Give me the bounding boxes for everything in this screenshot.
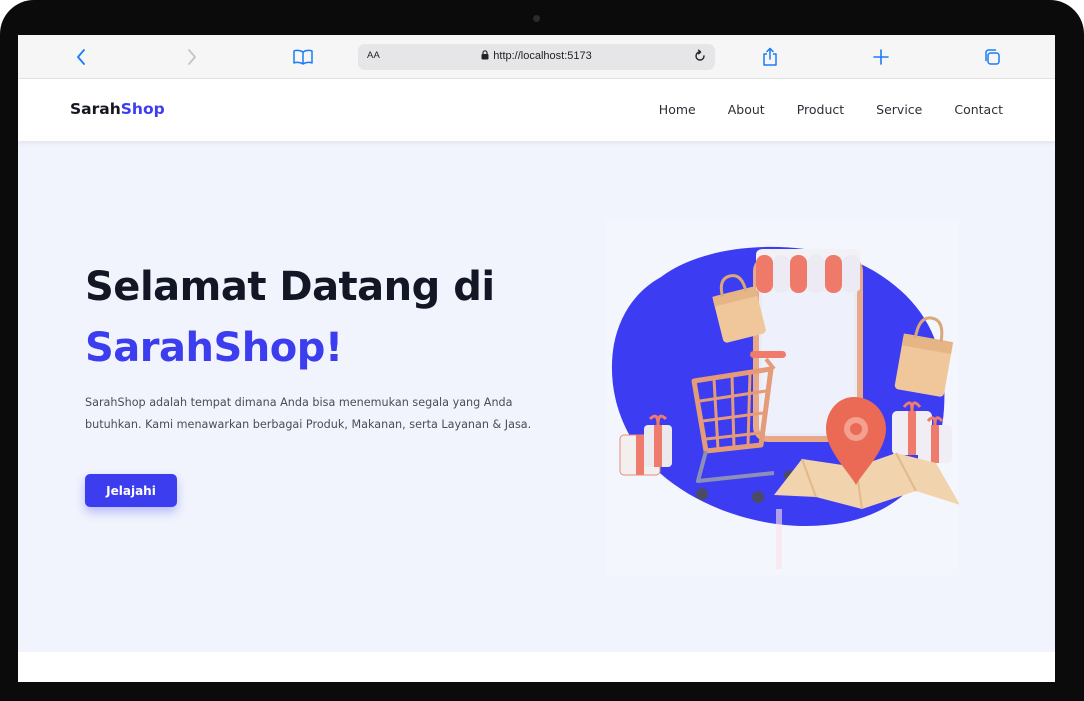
new-tab-button[interactable] xyxy=(868,45,894,69)
next-section xyxy=(18,652,1055,682)
forward-button[interactable] xyxy=(179,45,205,69)
main-nav: Home About Product Service Contact xyxy=(659,102,1003,117)
nav-product[interactable]: Product xyxy=(797,102,844,117)
address-bar[interactable]: AA http://localhost:5173 xyxy=(358,44,715,70)
reload-icon[interactable] xyxy=(693,49,707,63)
hero-title-line-1: Selamat Datang di xyxy=(85,264,495,310)
url-text: http://localhost:5173 xyxy=(493,50,592,62)
hero-description: SarahShop adalah tempat dimana Anda bisa… xyxy=(85,396,532,431)
forward-icon xyxy=(188,49,196,65)
tabs-button[interactable] xyxy=(979,45,1005,69)
share-icon xyxy=(763,47,777,66)
nav-contact[interactable]: Contact xyxy=(954,102,1003,117)
screen: AA http://localhost:5173 SarahShop Home … xyxy=(18,35,1055,682)
lock-icon xyxy=(481,50,489,60)
site-header: SarahShop Home About Product Service Con… xyxy=(18,79,1055,141)
site-logo[interactable]: SarahShop xyxy=(70,100,165,118)
nav-home[interactable]: Home xyxy=(659,102,696,117)
bookmarks-icon xyxy=(293,49,313,65)
bookmarks-button[interactable] xyxy=(290,45,316,69)
shopping-illustration xyxy=(611,246,959,569)
tablet-frame: AA http://localhost:5173 SarahShop Home … xyxy=(0,0,1084,701)
nav-service[interactable]: Service xyxy=(876,102,922,117)
explore-button[interactable]: Jelajahi xyxy=(85,474,177,507)
browser-toolbar: AA http://localhost:5173 xyxy=(18,35,1055,79)
hero-title: Selamat Datang di SarahShop! xyxy=(85,257,495,379)
back-button[interactable] xyxy=(68,45,94,69)
camera xyxy=(533,15,540,22)
hero-title-line-2: SarahShop! xyxy=(85,325,343,371)
share-button[interactable] xyxy=(757,45,783,69)
logo-part-1: Sarah xyxy=(70,100,121,118)
new-tab-icon xyxy=(873,49,889,65)
back-icon xyxy=(77,49,85,65)
tabs-icon xyxy=(985,49,1000,65)
logo-part-2: Shop xyxy=(120,100,165,118)
nav-about[interactable]: About xyxy=(728,102,765,117)
